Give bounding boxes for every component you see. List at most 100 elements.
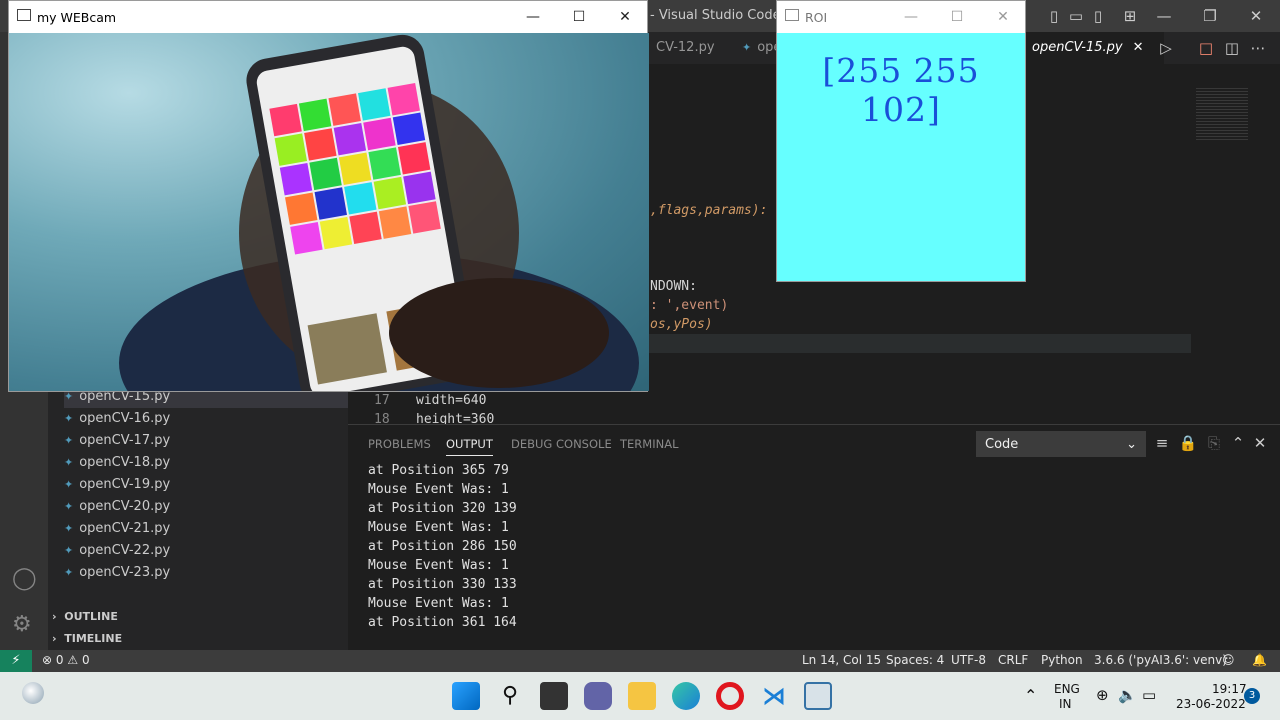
- minimize-icon[interactable]: —: [901, 7, 921, 27]
- taskbar: ⚲ ⋊ ⌃ ENG IN ⊕ 🔈 ▭ 19:17 23-06-2022 3: [0, 672, 1280, 720]
- window-icon: [17, 9, 31, 21]
- toggle-sidebar-icon[interactable]: ▯: [1044, 6, 1064, 26]
- opera-icon[interactable]: [716, 682, 744, 710]
- cursor-position[interactable]: Ln 14, Col 15: [802, 653, 881, 667]
- webcam-window: my WEBcam — ☐ ✕: [8, 0, 649, 392]
- close-tab-icon[interactable]: ✕: [1133, 40, 1144, 55]
- chevron-up-icon[interactable]: ⌃: [1024, 686, 1037, 705]
- toggle-secondary-icon[interactable]: ▯: [1088, 6, 1108, 26]
- account-icon[interactable]: ◯: [12, 566, 37, 591]
- volume-icon[interactable]: 🔈: [1118, 686, 1137, 704]
- tab-terminal[interactable]: TERMINAL: [620, 437, 678, 451]
- python-file-icon: ✦: [64, 434, 74, 447]
- roi-bgr-value: [255 255 102]: [822, 51, 980, 129]
- language-indicator[interactable]: ENG: [1054, 682, 1080, 696]
- python-file-icon: ✦: [64, 566, 74, 579]
- notification-badge[interactable]: 3: [1244, 688, 1260, 704]
- maximize-icon[interactable]: ☐: [569, 7, 589, 27]
- file-item[interactable]: ✦ openCV-16.py: [64, 408, 170, 430]
- maximize-panel-icon[interactable]: ⌃: [1228, 433, 1248, 453]
- chevron-down-icon: ⌄: [1126, 437, 1137, 452]
- run-icon[interactable]: ▷: [1156, 38, 1176, 58]
- status-bar: ⚡ ⊗ 0 ⚠ 0 Ln 14, Col 15 Spaces: 4 UTF-8 …: [0, 650, 1280, 672]
- clock-date[interactable]: 23-06-2022: [1176, 697, 1246, 711]
- open-editor-icon[interactable]: ⎘: [1204, 433, 1224, 453]
- gear-icon[interactable]: ⚙: [12, 612, 32, 637]
- file-item[interactable]: ✦ openCV-21.py: [64, 518, 170, 540]
- file-item[interactable]: ✦ openCV-23.py: [64, 562, 170, 584]
- minimize-icon[interactable]: —: [1154, 6, 1174, 26]
- roi-image[interactable]: [255 255 102]: [777, 33, 1025, 281]
- close-icon[interactable]: ✕: [993, 7, 1013, 27]
- python-interpreter[interactable]: 3.6.6 ('pyAI3.6': venv): [1094, 653, 1227, 667]
- feedback-icon[interactable]: ☺: [1222, 653, 1235, 667]
- close-icon[interactable]: ✕: [615, 7, 635, 27]
- code-line: width=640: [416, 393, 487, 408]
- webcam-title: my WEBcam: [37, 10, 117, 25]
- output-line: at Position 361 164: [368, 615, 517, 630]
- tab-opencv15[interactable]: openCV-15.py ✕: [1024, 32, 1164, 64]
- file-item[interactable]: ✦ openCV-18.py: [64, 452, 170, 474]
- bottom-panel: PROBLEMS OUTPUT DEBUG CONSOLE TERMINAL C…: [348, 424, 1280, 650]
- edge-icon[interactable]: [672, 682, 700, 710]
- indent-setting[interactable]: Spaces: 4: [886, 653, 944, 667]
- tab-problems[interactable]: PROBLEMS: [368, 437, 431, 451]
- python-app-icon[interactable]: [804, 682, 832, 710]
- lock-icon[interactable]: 🔒: [1178, 433, 1198, 453]
- search-icon[interactable]: ⚲: [496, 682, 524, 710]
- globe-icon[interactable]: ⊕: [1096, 686, 1109, 704]
- widgets-icon[interactable]: [22, 682, 44, 704]
- stop-icon[interactable]: □: [1196, 38, 1216, 58]
- error-icon: ⊗: [42, 653, 53, 667]
- maximize-icon[interactable]: ☐: [947, 7, 967, 27]
- battery-icon[interactable]: ▭: [1142, 686, 1156, 704]
- minimize-icon[interactable]: —: [523, 7, 543, 27]
- vscode-icon[interactable]: ⋊: [760, 682, 788, 710]
- output-line: at Position 365 79: [368, 463, 509, 478]
- tab-debug-console[interactable]: DEBUG CONSOLE: [511, 437, 612, 451]
- line-ending[interactable]: CRLF: [998, 653, 1028, 667]
- start-icon[interactable]: [452, 682, 480, 710]
- language-mode[interactable]: Python: [1041, 653, 1083, 667]
- code-line: os,yPos): [650, 317, 713, 332]
- python-file-icon: ✦: [64, 412, 74, 425]
- file-item[interactable]: ✦ openCV-17.py: [64, 430, 170, 452]
- notifications-icon[interactable]: 🔔: [1252, 653, 1267, 667]
- file-item[interactable]: ✦ openCV-22.py: [64, 540, 170, 562]
- python-file-icon: ✦: [64, 544, 74, 557]
- window-icon: [785, 9, 799, 21]
- outline-section[interactable]: › OUTLINE: [52, 610, 118, 623]
- timeline-section[interactable]: › TIMELINE: [52, 632, 122, 645]
- layout-icon[interactable]: ⊞: [1120, 6, 1140, 26]
- restore-icon[interactable]: ❐: [1200, 6, 1220, 26]
- file-item[interactable]: ✦ openCV-19.py: [64, 474, 170, 496]
- toggle-panel-icon[interactable]: ▭: [1066, 6, 1086, 26]
- remote-icon[interactable]: ⚡: [0, 650, 32, 672]
- problems-status[interactable]: ⊗ 0 ⚠ 0: [42, 653, 90, 667]
- filter-list-icon[interactable]: ≡: [1152, 433, 1172, 453]
- file-explorer-icon[interactable]: [628, 682, 656, 710]
- close-icon[interactable]: ✕: [1246, 6, 1266, 26]
- output-line: Mouse Event Was: 1: [368, 482, 509, 497]
- output-line: at Position 320 139: [368, 501, 517, 516]
- more-actions-icon[interactable]: ⋯: [1248, 38, 1268, 58]
- chat-icon[interactable]: [584, 682, 612, 710]
- output-channel-select[interactable]: Code ⌄: [976, 431, 1146, 457]
- python-file-icon: ✦: [64, 522, 74, 535]
- minimap[interactable]: [1196, 86, 1248, 142]
- clock-time[interactable]: 19:17: [1212, 682, 1247, 696]
- webcam-feed[interactable]: [9, 33, 649, 391]
- tab-output[interactable]: OUTPUT: [446, 437, 493, 456]
- close-panel-icon[interactable]: ✕: [1250, 433, 1270, 453]
- webcam-image: [119, 34, 639, 391]
- code-line: : ',event): [650, 298, 729, 313]
- tab-cv12[interactable]: CV-12.py: [648, 32, 723, 64]
- split-editor-icon[interactable]: ◫: [1222, 38, 1242, 58]
- task-view-icon[interactable]: [540, 682, 568, 710]
- output-line: at Position 330 133: [368, 577, 517, 592]
- encoding[interactable]: UTF-8: [951, 653, 986, 667]
- output-line: at Position 286 150: [368, 539, 517, 554]
- file-item[interactable]: ✦ openCV-20.py: [64, 496, 170, 518]
- vscode-title: - Visual Studio Code: [650, 8, 781, 23]
- python-file-icon: ✦: [742, 41, 752, 54]
